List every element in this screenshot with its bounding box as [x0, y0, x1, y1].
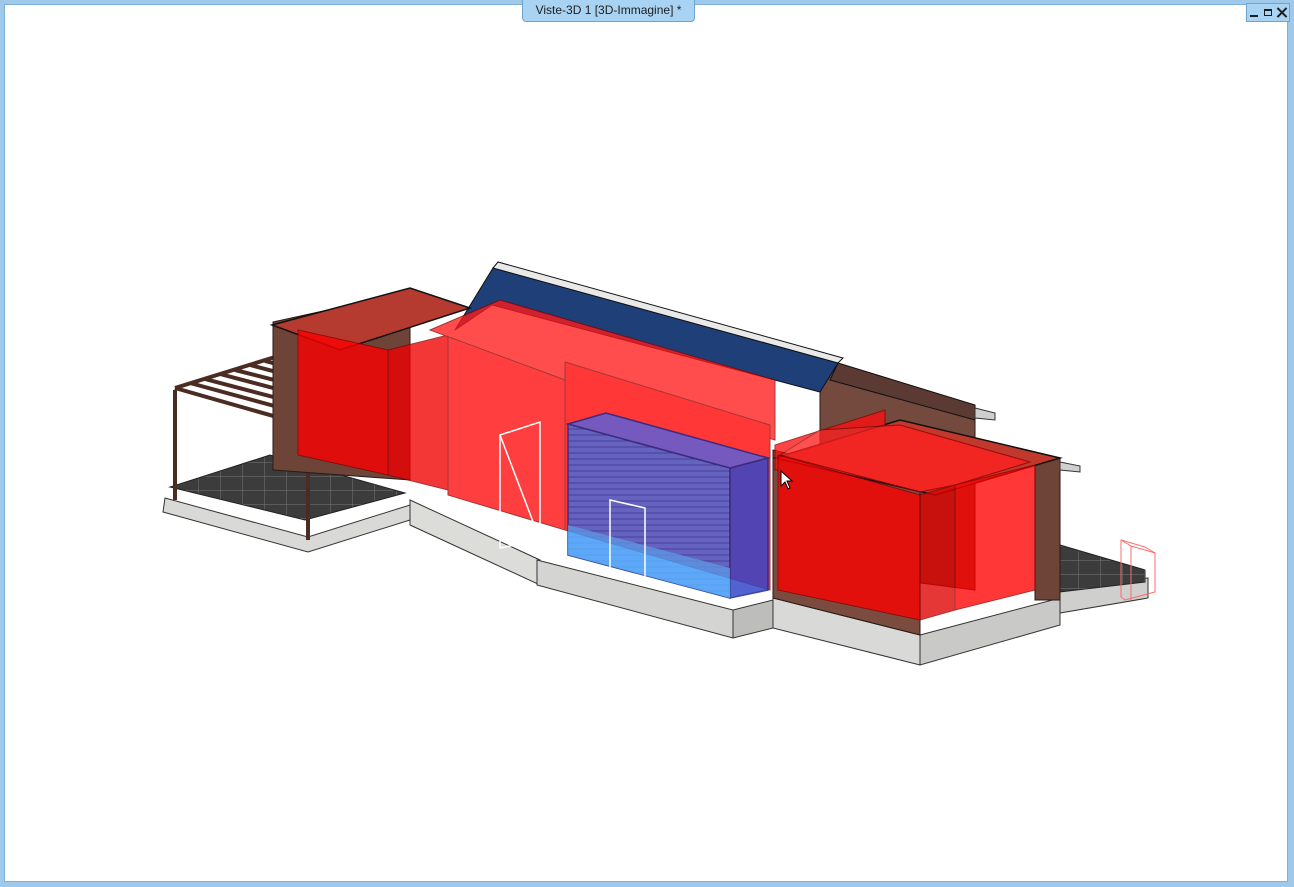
building-3d-model[interactable] — [0, 0, 1294, 887]
